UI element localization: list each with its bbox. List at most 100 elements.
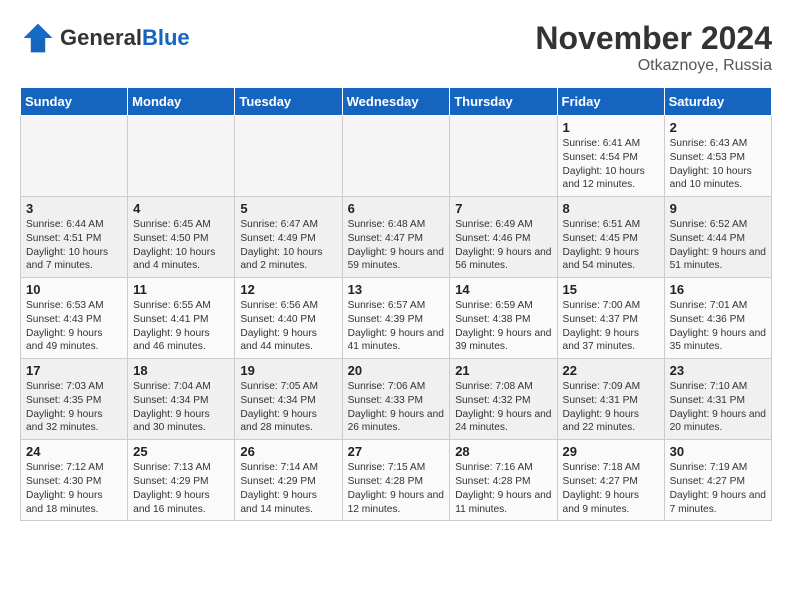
location: Otkaznoye, Russia [535,57,772,75]
calendar-day: 1 Sunrise: 6:41 AM Sunset: 4:54 PM Daylig… [557,116,664,197]
day-info: Sunrise: 7:09 AM Sunset: 4:31 PM Dayligh… [563,380,659,435]
calendar-week-3: 10 Sunrise: 6:53 AM Sunset: 4:43 PM Dayli… [21,278,772,359]
day-info: Sunrise: 6:47 AM Sunset: 4:49 PM Dayligh… [240,218,336,273]
calendar-day [235,116,342,197]
day-info: Sunrise: 7:15 AM Sunset: 4:28 PM Dayligh… [348,461,445,516]
day-number: 22 [563,363,659,378]
day-info: Sunrise: 6:57 AM Sunset: 4:39 PM Dayligh… [348,299,445,354]
calendar-day: 14 Sunrise: 6:59 AM Sunset: 4:38 PM Dayli… [450,278,557,359]
day-info: Sunrise: 7:00 AM Sunset: 4:37 PM Dayligh… [563,299,659,354]
calendar-day: 18Sunrise: 7:04 AM Sunset: 4:34 PM Dayli… [128,359,235,440]
calendar-day: 20 Sunrise: 7:06 AM Sunset: 4:33 PM Dayli… [342,359,450,440]
col-monday: Monday [128,88,235,116]
day-number: 9 [670,201,766,216]
calendar-day: 7 Sunrise: 6:49 AM Sunset: 4:46 PM Daylig… [450,197,557,278]
day-number: 5 [240,201,336,216]
calendar-day [21,116,128,197]
calendar-day [342,116,450,197]
calendar-day: 26 Sunrise: 7:14 AM Sunset: 4:29 PM Dayli… [235,440,342,521]
col-friday: Friday [557,88,664,116]
calendar-day [450,116,557,197]
calendar-day: 6 Sunrise: 6:48 AM Sunset: 4:47 PM Daylig… [342,197,450,278]
calendar-day: 27 Sunrise: 7:15 AM Sunset: 4:28 PM Dayli… [342,440,450,521]
day-info: Sunrise: 6:41 AM Sunset: 4:54 PM Dayligh… [563,137,659,192]
day-number: 1 [563,120,659,135]
day-info: Sunrise: 6:49 AM Sunset: 4:46 PM Dayligh… [455,218,551,273]
calendar-day: 8 Sunrise: 6:51 AM Sunset: 4:45 PM Daylig… [557,197,664,278]
day-info: Sunrise: 6:44 AM Sunset: 4:51 PM Dayligh… [26,218,122,273]
day-info: Sunrise: 7:03 AM Sunset: 4:35 PM Dayligh… [26,380,122,435]
day-info: Sunrise: 7:13 AM Sunset: 4:29 PM Dayligh… [133,461,229,516]
day-info: Sunrise: 6:43 AM Sunset: 4:53 PM Dayligh… [670,137,766,192]
header: GeneralBlue November 2024 Otkaznoye, Rus… [20,20,772,75]
day-info: Sunrise: 7:08 AM Sunset: 4:32 PM Dayligh… [455,380,551,435]
day-number: 17 [26,363,122,378]
day-number: 12 [240,282,336,297]
day-number: 19 [240,363,336,378]
calendar-day: 17 Sunrise: 7:03 AM Sunset: 4:35 PM Dayli… [21,359,128,440]
day-info: Sunrise: 7:04 AM Sunset: 4:34 PM Dayligh… [133,380,229,435]
day-number: 16 [670,282,766,297]
calendar-day: 25 Sunrise: 7:13 AM Sunset: 4:29 PM Dayli… [128,440,235,521]
calendar-table: Sunday Monday Tuesday Wednesday Thursday… [20,87,772,521]
day-number: 27 [348,444,445,459]
calendar-day: 15 Sunrise: 7:00 AM Sunset: 4:37 PM Dayli… [557,278,664,359]
calendar-day: 5 Sunrise: 6:47 AM Sunset: 4:49 PM Daylig… [235,197,342,278]
day-number: 26 [240,444,336,459]
calendar-day: 23Sunrise: 7:10 AM Sunset: 4:31 PM Dayli… [664,359,771,440]
day-number: 21 [455,363,551,378]
title-block: November 2024 Otkaznoye, Russia [535,20,772,75]
calendar-day: 4Sunrise: 6:45 AM Sunset: 4:50 PM Daylig… [128,197,235,278]
day-info: Sunrise: 6:53 AM Sunset: 4:43 PM Dayligh… [26,299,122,354]
day-number: 10 [26,282,122,297]
day-number: 30 [670,444,766,459]
day-number: 11 [133,282,229,297]
col-thursday: Thursday [450,88,557,116]
col-saturday: Saturday [664,88,771,116]
day-number: 13 [348,282,445,297]
day-number: 8 [563,201,659,216]
day-info: Sunrise: 6:45 AM Sunset: 4:50 PM Dayligh… [133,218,229,273]
calendar-week-2: 3Sunrise: 6:44 AM Sunset: 4:51 PM Daylig… [21,197,772,278]
calendar-day: 30Sunrise: 7:19 AM Sunset: 4:27 PM Dayli… [664,440,771,521]
day-number: 15 [563,282,659,297]
col-wednesday: Wednesday [342,88,450,116]
logo: GeneralBlue [20,20,190,56]
calendar-day: 22 Sunrise: 7:09 AM Sunset: 4:31 PM Dayli… [557,359,664,440]
calendar-day: 10 Sunrise: 6:53 AM Sunset: 4:43 PM Dayli… [21,278,128,359]
day-info: Sunrise: 6:59 AM Sunset: 4:38 PM Dayligh… [455,299,551,354]
calendar-day: 24Sunrise: 7:12 AM Sunset: 4:30 PM Dayli… [21,440,128,521]
day-number: 20 [348,363,445,378]
day-info: Sunrise: 7:14 AM Sunset: 4:29 PM Dayligh… [240,461,336,516]
logo-icon [20,20,56,56]
day-number: 29 [563,444,659,459]
calendar-day: 2 Sunrise: 6:43 AM Sunset: 4:53 PM Daylig… [664,116,771,197]
day-info: Sunrise: 6:55 AM Sunset: 4:41 PM Dayligh… [133,299,229,354]
day-number: 6 [348,201,445,216]
calendar-day: 21 Sunrise: 7:08 AM Sunset: 4:32 PM Dayli… [450,359,557,440]
day-info: Sunrise: 7:12 AM Sunset: 4:30 PM Dayligh… [26,461,122,516]
calendar-day: 13 Sunrise: 6:57 AM Sunset: 4:39 PM Dayli… [342,278,450,359]
day-info: Sunrise: 7:16 AM Sunset: 4:28 PM Dayligh… [455,461,551,516]
calendar-day: 12Sunrise: 6:56 AM Sunset: 4:40 PM Dayli… [235,278,342,359]
calendar-day [128,116,235,197]
calendar-day: 11 Sunrise: 6:55 AM Sunset: 4:41 PM Dayli… [128,278,235,359]
day-info: Sunrise: 6:48 AM Sunset: 4:47 PM Dayligh… [348,218,445,273]
logo-general: General [60,25,142,50]
day-info: Sunrise: 6:52 AM Sunset: 4:44 PM Dayligh… [670,218,766,273]
calendar-week-4: 17 Sunrise: 7:03 AM Sunset: 4:35 PM Dayli… [21,359,772,440]
day-number: 2 [670,120,766,135]
calendar-day: 16 Sunrise: 7:01 AM Sunset: 4:36 PM Dayli… [664,278,771,359]
day-info: Sunrise: 6:51 AM Sunset: 4:45 PM Dayligh… [563,218,659,273]
col-tuesday: Tuesday [235,88,342,116]
day-info: Sunrise: 7:06 AM Sunset: 4:33 PM Dayligh… [348,380,445,435]
day-info: Sunrise: 7:18 AM Sunset: 4:27 PM Dayligh… [563,461,659,516]
calendar-day: 28 Sunrise: 7:16 AM Sunset: 4:28 PM Dayli… [450,440,557,521]
calendar-week-1: 1 Sunrise: 6:41 AM Sunset: 4:54 PM Daylig… [21,116,772,197]
day-number: 7 [455,201,551,216]
day-number: 14 [455,282,551,297]
day-number: 28 [455,444,551,459]
calendar-header-row: Sunday Monday Tuesday Wednesday Thursday… [21,88,772,116]
day-number: 25 [133,444,229,459]
day-info: Sunrise: 7:01 AM Sunset: 4:36 PM Dayligh… [670,299,766,354]
